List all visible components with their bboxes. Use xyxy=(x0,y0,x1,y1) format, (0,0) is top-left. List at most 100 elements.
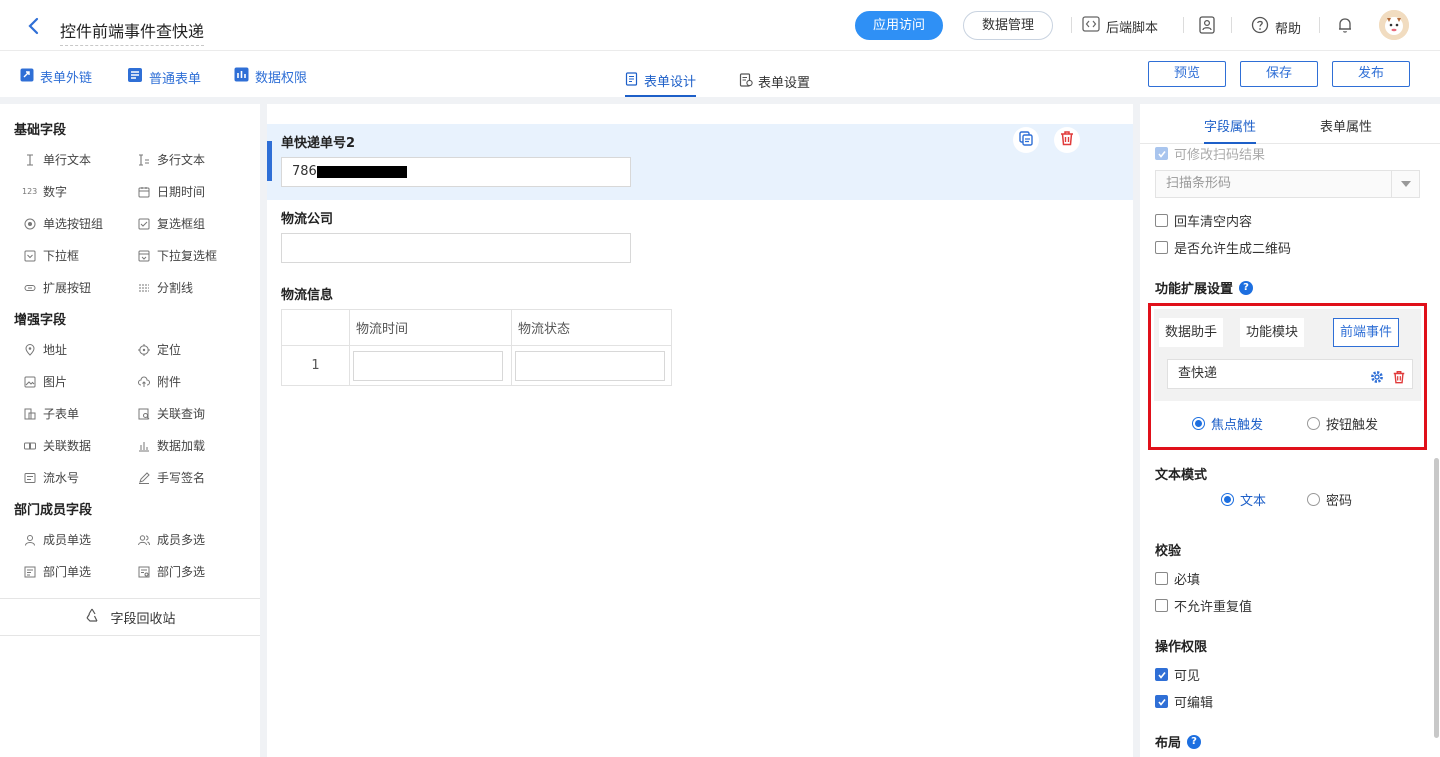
dept-multi-icon xyxy=(138,566,150,578)
palette-item-attachment[interactable]: 附件 xyxy=(138,373,181,390)
recycle-bin-button[interactable]: 字段回收站 xyxy=(0,598,260,636)
ext-settings-title-label: 功能扩展设置 xyxy=(1155,282,1234,297)
scrollbar[interactable] xyxy=(1434,458,1439,738)
single-text-icon xyxy=(24,153,36,166)
palette-item-dropdown-multi[interactable]: 下拉复选框 xyxy=(138,247,217,264)
palette-item-serial[interactable]: 流水号 xyxy=(24,469,79,486)
checkbox-icon xyxy=(1155,599,1168,612)
notification-button[interactable] xyxy=(1336,16,1354,38)
palette-item-address[interactable]: 地址 xyxy=(24,341,67,358)
tracking-number-input[interactable]: 786 xyxy=(281,157,631,187)
recycle-icon xyxy=(84,607,100,627)
ext-tab-data-assistant[interactable]: 数据助手 xyxy=(1159,318,1224,347)
dropdown-multi-icon xyxy=(138,250,150,262)
palette-item-multi-text[interactable]: 多行文本 xyxy=(138,151,205,168)
tab-form-design-label: 表单设计 xyxy=(644,75,697,90)
palette-item-number[interactable]: 123 数字 xyxy=(22,183,67,200)
help-link[interactable]: 帮助 xyxy=(1251,16,1301,38)
palette-item-subform[interactable]: 子表单 xyxy=(24,405,79,422)
normal-form-link[interactable]: 普通表单 xyxy=(127,67,201,87)
palette-item-signature[interactable]: 手写签名 xyxy=(138,469,205,486)
palette-item-dropdown[interactable]: 下拉框 xyxy=(24,247,79,264)
field-palette: 基础字段 单行文本 多行文本 123 数字 日期时间 单选按钮组 复选框组 下拉… xyxy=(0,104,260,757)
palette-item-divider[interactable]: 分割线 xyxy=(138,279,193,296)
tab-form-settings[interactable]: 表单设置 xyxy=(739,66,810,97)
help-icon[interactable]: ? xyxy=(1187,734,1202,749)
required-label: 必填 xyxy=(1174,573,1201,588)
editable-checkbox[interactable]: 可编辑 xyxy=(1155,692,1213,711)
palette-item-label: 定位 xyxy=(157,343,182,357)
trash-icon[interactable] xyxy=(1392,367,1406,395)
palette-item-label: 子表单 xyxy=(43,407,80,421)
scan-editable-label: 可修改扫码结果 xyxy=(1174,148,1266,163)
palette-item-label: 附件 xyxy=(157,375,182,389)
gear-icon[interactable] xyxy=(1370,367,1384,395)
section-title-dept-member: 部门成员字段 xyxy=(14,503,93,518)
form-field-logistics-company[interactable]: 物流公司 xyxy=(267,200,1133,272)
text-mode-password-radio[interactable]: 密码 xyxy=(1307,490,1352,509)
no-duplicate-label: 不允许重复值 xyxy=(1174,600,1253,615)
publish-button[interactable]: 发布 xyxy=(1332,61,1410,87)
divider xyxy=(1183,17,1184,33)
save-button[interactable]: 保存 xyxy=(1240,61,1318,87)
palette-item-link-data[interactable]: 关联数据 xyxy=(24,437,91,454)
dept-icon xyxy=(24,566,36,578)
data-manage-button[interactable]: 数据管理 xyxy=(963,11,1053,40)
edit-doc-icon xyxy=(625,71,639,90)
text-mode-text-radio[interactable]: 文本 xyxy=(1221,490,1266,509)
contact-card-button[interactable] xyxy=(1198,16,1216,38)
enter-clear-checkbox[interactable]: 回车清空内容 xyxy=(1155,211,1252,230)
trigger-focus-radio[interactable]: 焦点触发 xyxy=(1192,414,1263,433)
allow-qr-checkbox[interactable]: 是否允许生成二维码 xyxy=(1155,238,1291,257)
no-duplicate-checkbox[interactable]: 不允许重复值 xyxy=(1155,596,1252,615)
palette-item-data-load[interactable]: 数据加载 xyxy=(138,437,205,454)
scan-type-select[interactable]: 扫描条形码 xyxy=(1155,170,1420,198)
backend-script-link[interactable]: 后端脚本 xyxy=(1082,16,1158,36)
required-checkbox[interactable]: 必填 xyxy=(1155,569,1200,588)
ext-tab-frontend-event[interactable]: 前端事件 xyxy=(1333,318,1400,347)
logistics-company-input[interactable] xyxy=(281,233,631,263)
palette-item-location[interactable]: 定位 xyxy=(138,341,181,358)
scan-editable-checkbox[interactable]: 可修改扫码结果 xyxy=(1155,144,1265,163)
caret-down-icon xyxy=(1391,171,1419,197)
ext-tab-function-module[interactable]: 功能模块 xyxy=(1240,318,1305,347)
avatar[interactable] xyxy=(1379,10,1409,40)
tab-form-properties[interactable]: 表单属性 xyxy=(1320,116,1372,144)
trigger-button-radio[interactable]: 按钮触发 xyxy=(1307,414,1378,433)
palette-item-ext-button[interactable]: 扩展按钮 xyxy=(24,279,91,296)
palette-item-checkbox[interactable]: 复选框组 xyxy=(138,215,205,232)
form-external-link[interactable]: 表单外链 xyxy=(20,67,92,86)
section-title-basic: 基础字段 xyxy=(14,123,67,138)
app-access-button[interactable]: 应用访问 xyxy=(855,11,943,40)
palette-item-datetime[interactable]: 日期时间 xyxy=(138,183,205,200)
palette-item-dept-multi[interactable]: 部门多选 xyxy=(138,563,205,580)
help-icon[interactable]: ? xyxy=(1239,280,1254,295)
palette-item-radio[interactable]: 单选按钮组 xyxy=(24,215,103,232)
palette-item-label: 成员单选 xyxy=(43,533,92,547)
palette-item-label: 手写签名 xyxy=(157,471,206,485)
back-arrow-icon[interactable] xyxy=(24,16,44,36)
palette-item-dept-single[interactable]: 部门单选 xyxy=(24,563,91,580)
app-title[interactable]: 控件前端事件查快递 xyxy=(60,18,205,46)
logistics-time-input[interactable] xyxy=(353,350,503,381)
validation-title: 校验 xyxy=(1155,544,1182,559)
visible-checkbox[interactable]: 可见 xyxy=(1155,665,1200,684)
palette-item-member-single[interactable]: 成员单选 xyxy=(24,531,91,548)
palette-item-single-text[interactable]: 单行文本 xyxy=(24,151,91,168)
delete-field-button[interactable] xyxy=(1054,127,1080,153)
logistics-status-input[interactable] xyxy=(515,350,665,381)
tab-form-design[interactable]: 表单设计 xyxy=(625,66,697,97)
palette-item-member-multi[interactable]: 成员多选 xyxy=(138,531,205,548)
palette-item-link-query[interactable]: 关联查询 xyxy=(138,405,205,422)
preview-button[interactable]: 预览 xyxy=(1148,61,1226,87)
frontend-event-item[interactable]: 查快递 xyxy=(1167,359,1413,389)
copy-field-button[interactable] xyxy=(1013,127,1039,153)
ext-button-icon xyxy=(24,282,36,294)
tab-field-properties[interactable]: 字段属性 xyxy=(1204,116,1257,144)
form-field-tracking-number[interactable]: 单快递单号2 786 xyxy=(267,124,1133,200)
palette-item-image[interactable]: 图片 xyxy=(24,373,67,390)
palette-item-label: 流水号 xyxy=(43,471,80,485)
data-permission-link[interactable]: 数据权限 xyxy=(234,67,307,86)
text-mode-text-label: 文本 xyxy=(1240,494,1267,509)
link-query-icon xyxy=(138,408,150,420)
